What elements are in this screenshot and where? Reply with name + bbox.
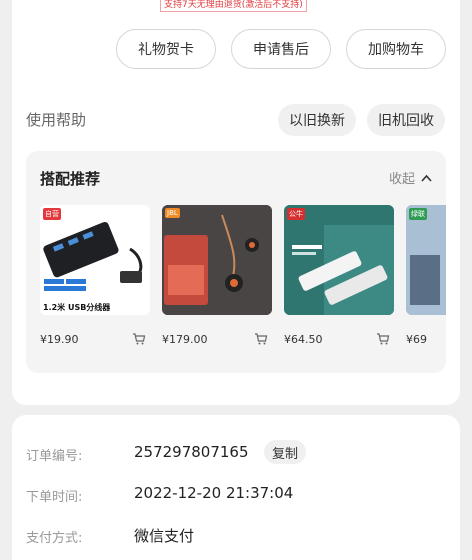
product-carousel: 自营 1.2米 USB分线器 ¥19.90 JBL ¥179.00 公牛 ¥64… bbox=[40, 205, 446, 355]
product-caption: 1.2米 USB分线器 bbox=[43, 303, 111, 312]
adapter-image: 绿联 bbox=[406, 205, 446, 315]
apply-after-sale-button[interactable]: 申请售后 bbox=[231, 29, 331, 69]
product-price: ¥179.00 bbox=[162, 333, 208, 346]
payment-method-row: 支付方式: 微信支付 bbox=[26, 524, 446, 548]
power-strip-image: 公牛 bbox=[284, 205, 394, 315]
product-tag: 公牛 bbox=[287, 208, 305, 220]
cart-icon[interactable] bbox=[254, 332, 268, 346]
product-price: ¥19.90 bbox=[40, 333, 79, 346]
order-actions-card: 支持7天无理由退货(激活后不支持) 礼物贺卡 申请售后 加购物车 使用帮助 以旧… bbox=[12, 0, 460, 405]
recommend-title: 搭配推荐 bbox=[40, 170, 101, 188]
recommend-section: 搭配推荐 收起 自营 1.2米 USB分线器 ¥19.90 JBL ¥179.0… bbox=[26, 151, 446, 373]
copy-button[interactable]: 复制 bbox=[264, 440, 307, 464]
product-card[interactable]: 绿联 ¥69 bbox=[406, 205, 446, 355]
product-card[interactable]: JBL ¥179.00 bbox=[162, 205, 272, 355]
collapse-toggle[interactable]: 收起 bbox=[389, 168, 432, 187]
order-time-row: 下单时间: 2022-12-20 21:37:04 bbox=[26, 483, 446, 507]
usb-hub-image: 自营 1.2米 USB分线器 bbox=[40, 205, 150, 315]
payment-method-value: 微信支付 bbox=[134, 527, 195, 545]
cart-icon[interactable] bbox=[132, 332, 146, 346]
product-price: ¥69 bbox=[406, 333, 427, 346]
product-tag: JBL bbox=[165, 208, 180, 218]
order-time-value: 2022-12-20 21:37:04 bbox=[134, 484, 294, 502]
trade-in-button[interactable]: 以旧换新 bbox=[278, 104, 356, 136]
collapse-label: 收起 bbox=[388, 172, 415, 187]
payment-method-label: 支付方式: bbox=[26, 531, 83, 546]
help-row: 使用帮助 以旧换新 旧机回收 bbox=[12, 104, 460, 136]
order-info-card: 订单编号: 257297807165 复制 下单时间: 2022-12-20 2… bbox=[12, 415, 460, 560]
help-label[interactable]: 使用帮助 bbox=[26, 109, 86, 130]
product-card[interactable]: 公牛 ¥64.50 bbox=[284, 205, 394, 355]
product-card[interactable]: 自营 1.2米 USB分线器 ¥19.90 bbox=[40, 205, 150, 355]
order-number-value: 257297807165 bbox=[134, 443, 249, 461]
return-policy-notice: 支持7天无理由退货(激活后不支持) bbox=[160, 0, 307, 12]
order-time-label: 下单时间: bbox=[26, 490, 83, 505]
action-button-row: 礼物贺卡 申请售后 加购物车 bbox=[12, 29, 460, 69]
earphones-image: JBL bbox=[162, 205, 272, 315]
chevron-up-icon bbox=[421, 174, 432, 182]
gift-card-button[interactable]: 礼物贺卡 bbox=[116, 29, 216, 69]
product-price: ¥64.50 bbox=[284, 333, 323, 346]
add-to-cart-button[interactable]: 加购物车 bbox=[346, 29, 446, 69]
order-number-row: 订单编号: 257297807165 复制 bbox=[26, 440, 446, 466]
cart-icon[interactable] bbox=[376, 332, 390, 346]
recycle-button[interactable]: 旧机回收 bbox=[367, 104, 445, 136]
product-tag: 自营 bbox=[43, 208, 61, 220]
order-number-label: 订单编号: bbox=[26, 449, 83, 464]
product-tag: 绿联 bbox=[409, 208, 427, 220]
